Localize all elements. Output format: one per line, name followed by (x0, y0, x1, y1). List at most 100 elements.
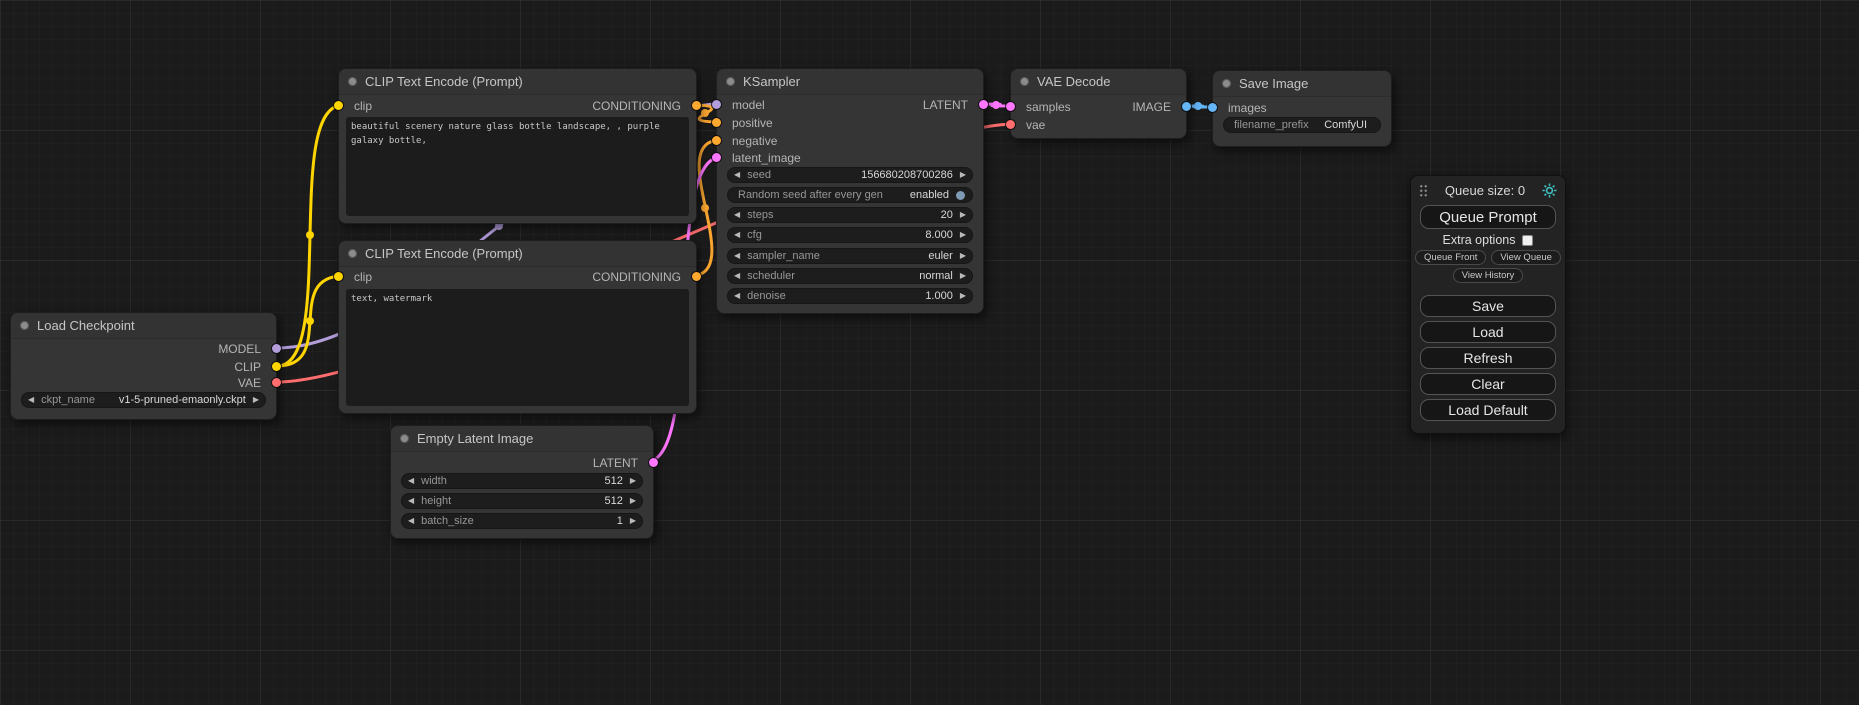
collapse-dot-icon[interactable] (1222, 79, 1231, 88)
node-clip-text-encode-negative[interactable]: CLIP Text Encode (Prompt) clip CONDITION… (338, 240, 697, 414)
filename-prefix-widget[interactable]: filename_prefix ComfyUI (1223, 117, 1381, 133)
vae-output-port[interactable] (272, 378, 281, 387)
collapse-dot-icon[interactable] (1020, 77, 1029, 86)
sampler-name-widget[interactable]: ◀ sampler_name euler ▶ (727, 248, 973, 264)
drag-handle-icon[interactable] (1419, 184, 1428, 197)
widget-value[interactable]: 20 (941, 209, 953, 221)
scheduler-widget[interactable]: ◀ scheduler normal ▶ (727, 268, 973, 284)
node-titlebar[interactable]: KSampler (717, 69, 983, 95)
clip-input-port[interactable] (334, 101, 343, 110)
collapse-dot-icon[interactable] (348, 249, 357, 258)
toggle-knob-icon[interactable] (956, 191, 965, 200)
model-input-port[interactable] (712, 100, 721, 109)
vae-input-port[interactable] (1006, 120, 1015, 129)
widget-value[interactable]: 156680208700286 (861, 169, 953, 181)
widget-value[interactable]: 1.000 (925, 290, 953, 302)
increment-arrow-icon[interactable]: ▶ (960, 171, 966, 179)
load-default-button[interactable]: Load Default (1420, 399, 1556, 421)
widget-name: seed (747, 169, 771, 181)
next-value-arrow-icon[interactable]: ▶ (960, 252, 966, 260)
node-titlebar[interactable]: Load Checkpoint (11, 313, 276, 339)
model-output-port[interactable] (272, 344, 281, 353)
latent-output-port[interactable] (649, 458, 658, 467)
next-value-arrow-icon[interactable]: ▶ (960, 272, 966, 280)
denoise-widget[interactable]: ◀ denoise 1.000 ▶ (727, 288, 973, 304)
collapse-dot-icon[interactable] (348, 77, 357, 86)
increment-arrow-icon[interactable]: ▶ (630, 477, 636, 485)
refresh-button[interactable]: Refresh (1420, 347, 1556, 369)
widget-value[interactable]: 512 (604, 475, 622, 487)
increment-arrow-icon[interactable]: ▶ (960, 292, 966, 300)
collapse-dot-icon[interactable] (20, 321, 29, 330)
input-label-model: model (732, 99, 765, 111)
widget-value[interactable]: normal (919, 270, 953, 282)
image-output-port[interactable] (1182, 102, 1191, 111)
node-clip-text-encode-positive[interactable]: CLIP Text Encode (Prompt) clip CONDITION… (338, 68, 697, 224)
node-titlebar[interactable]: Save Image (1213, 71, 1391, 97)
next-value-arrow-icon[interactable]: ▶ (253, 396, 259, 404)
negative-prompt-textarea[interactable]: text, watermark (346, 289, 689, 406)
view-history-button[interactable]: View History (1453, 268, 1524, 283)
widget-value[interactable]: ComfyUI (1324, 119, 1367, 131)
prev-value-arrow-icon[interactable]: ◀ (734, 252, 740, 260)
increment-arrow-icon[interactable]: ▶ (630, 497, 636, 505)
queue-front-button[interactable]: Queue Front (1415, 250, 1486, 265)
increment-arrow-icon[interactable]: ▶ (630, 517, 636, 525)
conditioning-output-port[interactable] (692, 272, 701, 281)
clear-button[interactable]: Clear (1420, 373, 1556, 395)
widget-value[interactable]: 1 (617, 515, 623, 527)
latent-image-input-port[interactable] (712, 153, 721, 162)
width-widget[interactable]: ◀ width 512 ▶ (401, 473, 643, 489)
positive-prompt-textarea[interactable]: beautiful scenery nature glass bottle la… (346, 117, 689, 216)
steps-widget[interactable]: ◀ steps 20 ▶ (727, 207, 973, 223)
widget-value[interactable]: 512 (604, 495, 622, 507)
batch-size-widget[interactable]: ◀ batch_size 1 ▶ (401, 513, 643, 529)
node-save-image[interactable]: Save Image images filename_prefix ComfyU… (1212, 70, 1392, 147)
positive-input-port[interactable] (712, 118, 721, 127)
increment-arrow-icon[interactable]: ▶ (960, 211, 966, 219)
decrement-arrow-icon[interactable]: ◀ (408, 497, 414, 505)
negative-input-port[interactable] (712, 136, 721, 145)
widget-value[interactable]: v1-5-pruned-emaonly.ckpt (119, 394, 246, 406)
latent-output-port[interactable] (979, 100, 988, 109)
decrement-arrow-icon[interactable]: ◀ (734, 211, 740, 219)
random-seed-toggle-widget[interactable]: Random seed after every gen enabled (727, 187, 973, 203)
decrement-arrow-icon[interactable]: ◀ (734, 231, 740, 239)
clip-input-port[interactable] (334, 272, 343, 281)
decrement-arrow-icon[interactable]: ◀ (408, 517, 414, 525)
samples-input-port[interactable] (1006, 102, 1015, 111)
cfg-widget[interactable]: ◀ cfg 8.000 ▶ (727, 227, 973, 243)
conditioning-output-port[interactable] (692, 101, 701, 110)
seed-widget[interactable]: ◀ seed 156680208700286 ▶ (727, 167, 973, 183)
extra-options-checkbox[interactable] (1522, 235, 1533, 246)
decrement-arrow-icon[interactable]: ◀ (734, 171, 740, 179)
node-titlebar[interactable]: VAE Decode (1011, 69, 1186, 95)
widget-value[interactable]: euler (928, 250, 952, 262)
height-widget[interactable]: ◀ height 512 ▶ (401, 493, 643, 509)
collapse-dot-icon[interactable] (400, 434, 409, 443)
decrement-arrow-icon[interactable]: ◀ (734, 292, 740, 300)
node-titlebar[interactable]: Empty Latent Image (391, 426, 653, 452)
node-load-checkpoint[interactable]: Load Checkpoint MODEL CLIP VAE ◀ ckpt_na… (10, 312, 277, 420)
queue-prompt-button[interactable]: Queue Prompt (1420, 205, 1556, 229)
ckpt-name-widget[interactable]: ◀ ckpt_name v1-5-pruned-emaonly.ckpt ▶ (21, 392, 266, 408)
node-titlebar[interactable]: CLIP Text Encode (Prompt) (339, 241, 696, 267)
clip-output-port[interactable] (272, 362, 281, 371)
images-input-port[interactable] (1208, 103, 1217, 112)
view-queue-button[interactable]: View Queue (1491, 250, 1561, 265)
node-titlebar[interactable]: CLIP Text Encode (Prompt) (339, 69, 696, 95)
node-ksampler[interactable]: KSampler model positive negative latent_… (716, 68, 984, 314)
collapse-dot-icon[interactable] (726, 77, 735, 86)
widget-value[interactable]: 8.000 (925, 229, 953, 241)
save-button[interactable]: Save (1420, 295, 1556, 317)
load-button[interactable]: Load (1420, 321, 1556, 343)
node-empty-latent-image[interactable]: Empty Latent Image LATENT ◀ width 512 ▶ … (390, 425, 654, 539)
prev-value-arrow-icon[interactable]: ◀ (734, 272, 740, 280)
node-vae-decode[interactable]: VAE Decode samples vae IMAGE (1010, 68, 1187, 139)
prev-value-arrow-icon[interactable]: ◀ (28, 396, 34, 404)
decrement-arrow-icon[interactable]: ◀ (408, 477, 414, 485)
graph-canvas[interactable]: Load Checkpoint MODEL CLIP VAE ◀ ckpt_na… (0, 0, 1859, 705)
widget-name: scheduler (747, 270, 795, 282)
settings-gear-icon[interactable] (1542, 183, 1557, 198)
increment-arrow-icon[interactable]: ▶ (960, 231, 966, 239)
